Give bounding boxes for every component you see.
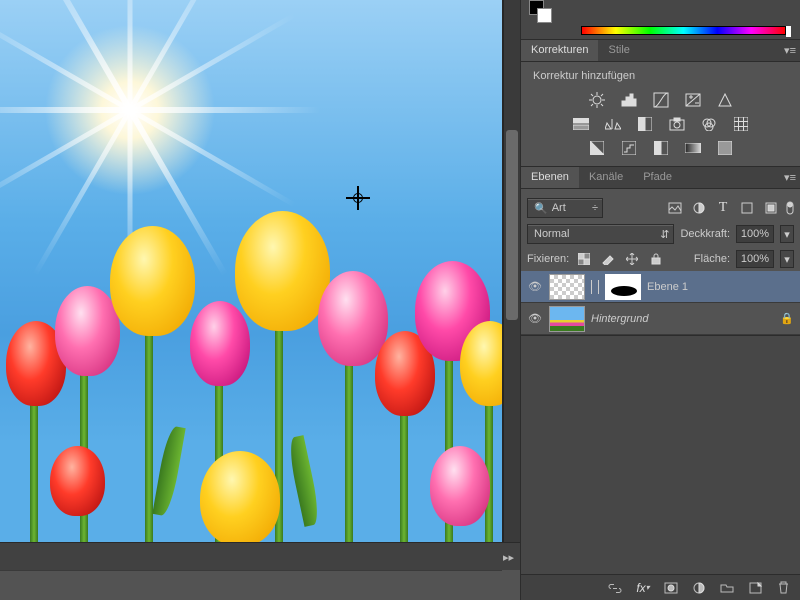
fill-dropdown[interactable]: ▾ — [780, 250, 794, 268]
tab-ebenen[interactable]: Ebenen — [521, 167, 579, 188]
status-expand-icon[interactable]: ▸▸ — [503, 551, 514, 564]
selective-color-icon[interactable] — [716, 140, 734, 156]
blend-mode-value: Normal — [534, 228, 569, 240]
layer-row[interactable]: 👁 Ebene 1 — [521, 271, 800, 303]
lock-all-icon[interactable] — [647, 251, 665, 267]
filter-toggle-icon[interactable] — [786, 200, 794, 216]
invert-icon[interactable] — [588, 140, 606, 156]
layer-name[interactable]: Hintergrund — [591, 313, 774, 325]
layers-toolbar: fx▾ — [521, 574, 800, 600]
layer-filter-type[interactable]: 🔍 Art ÷ — [527, 198, 603, 218]
lock-transparent-icon[interactable] — [575, 251, 593, 267]
layer-thumbnail[interactable] — [549, 306, 585, 332]
panel-menu-icon[interactable]: ▾≡ — [784, 171, 796, 184]
layer-mask-thumbnail[interactable] — [605, 274, 641, 300]
lock-icon: 🔒 — [780, 312, 794, 325]
mask-add-icon[interactable] — [663, 580, 679, 596]
search-icon: 🔍 — [534, 202, 548, 215]
vibrance-icon[interactable] — [716, 92, 734, 108]
tab-kanaele[interactable]: Kanäle — [579, 167, 633, 188]
filter-smart-icon[interactable] — [762, 200, 780, 216]
scrollbar-thumb[interactable] — [506, 130, 518, 320]
group-new-icon[interactable] — [719, 580, 735, 596]
blend-mode-select[interactable]: Normal ⇵ — [527, 224, 674, 244]
layers-panel: Ebenen Kanäle Pfade ▾≡ 🔍 Art ÷ T — [521, 167, 800, 336]
threshold-icon[interactable] — [652, 140, 670, 156]
fg-bg-swatches[interactable] — [529, 0, 555, 26]
canvas-tulips-image — [0, 246, 502, 556]
adjustment-add-icon[interactable] — [691, 580, 707, 596]
panel-menu-icon[interactable]: ▾≡ — [784, 44, 796, 57]
color-balance-icon[interactable] — [604, 116, 622, 132]
layers-list: 👁 Ebene 1 👁 Hintergrund 🔒 — [521, 271, 800, 335]
canvas[interactable] — [0, 0, 502, 556]
visibility-toggle-icon[interactable]: 👁 — [527, 312, 543, 325]
link-icon[interactable] — [607, 580, 623, 596]
filter-shape-icon[interactable] — [738, 200, 756, 216]
hue-strip[interactable] — [581, 26, 786, 35]
visibility-toggle-icon[interactable]: 👁 — [527, 280, 543, 293]
vertical-scrollbar[interactable] — [504, 0, 520, 556]
crosshair-cursor-icon — [346, 186, 370, 210]
opacity-value[interactable]: 100% — [736, 225, 774, 243]
filter-pixel-icon[interactable] — [666, 200, 684, 216]
lock-move-icon[interactable] — [623, 251, 641, 267]
opacity-label: Deckkraft: — [680, 228, 730, 240]
right-panel-stack: Korrekturen Stile ▾≡ Korrektur hinzufüge… — [520, 0, 800, 600]
lut-icon[interactable] — [732, 116, 750, 132]
levels-icon[interactable] — [620, 92, 638, 108]
status-bar: ▸▸ — [0, 542, 520, 570]
tab-pfade[interactable]: Pfade — [633, 167, 682, 188]
layer-name[interactable]: Ebene 1 — [647, 281, 794, 293]
adjustments-header: Korrektur hinzufügen — [529, 68, 792, 88]
bw-icon[interactable] — [636, 116, 654, 132]
tab-korrekturen[interactable]: Korrekturen — [521, 40, 598, 61]
canvas-sun-image — [30, 10, 230, 210]
gradient-map-icon[interactable] — [684, 140, 702, 156]
fill-value[interactable]: 100% — [736, 250, 774, 268]
posterize-icon[interactable] — [620, 140, 638, 156]
lock-paint-icon[interactable] — [599, 251, 617, 267]
layer-filter-label: Art — [552, 202, 566, 214]
lock-label: Fixieren: — [527, 253, 569, 265]
tab-stile[interactable]: Stile — [598, 40, 639, 61]
layer-new-icon[interactable] — [747, 580, 763, 596]
curves-icon[interactable] — [652, 92, 670, 108]
layer-thumbnail[interactable] — [549, 274, 585, 300]
brightness-contrast-icon[interactable] — [588, 92, 606, 108]
opacity-dropdown[interactable]: ▾ — [780, 225, 794, 243]
photo-filter-icon[interactable] — [668, 116, 686, 132]
fill-label: Fläche: — [694, 253, 730, 265]
filter-type-icon[interactable]: T — [714, 200, 732, 216]
color-panel — [521, 0, 800, 40]
filter-adjust-icon[interactable] — [690, 200, 708, 216]
layer-mask-link-icon[interactable] — [591, 280, 599, 294]
exposure-icon[interactable] — [684, 92, 702, 108]
channel-mixer-icon[interactable] — [700, 116, 718, 132]
layer-row[interactable]: 👁 Hintergrund 🔒 — [521, 303, 800, 335]
trash-icon[interactable] — [775, 580, 791, 596]
hue-sat-icon[interactable] — [572, 116, 590, 132]
document-workspace: ▸▸ — [0, 0, 520, 570]
chevron-down-icon: ÷ — [592, 202, 598, 214]
chevron-updown-icon: ⇵ — [660, 228, 669, 241]
adjustments-panel: Korrekturen Stile ▾≡ Korrektur hinzufüge… — [521, 40, 800, 167]
fx-icon[interactable]: fx▾ — [635, 580, 651, 596]
